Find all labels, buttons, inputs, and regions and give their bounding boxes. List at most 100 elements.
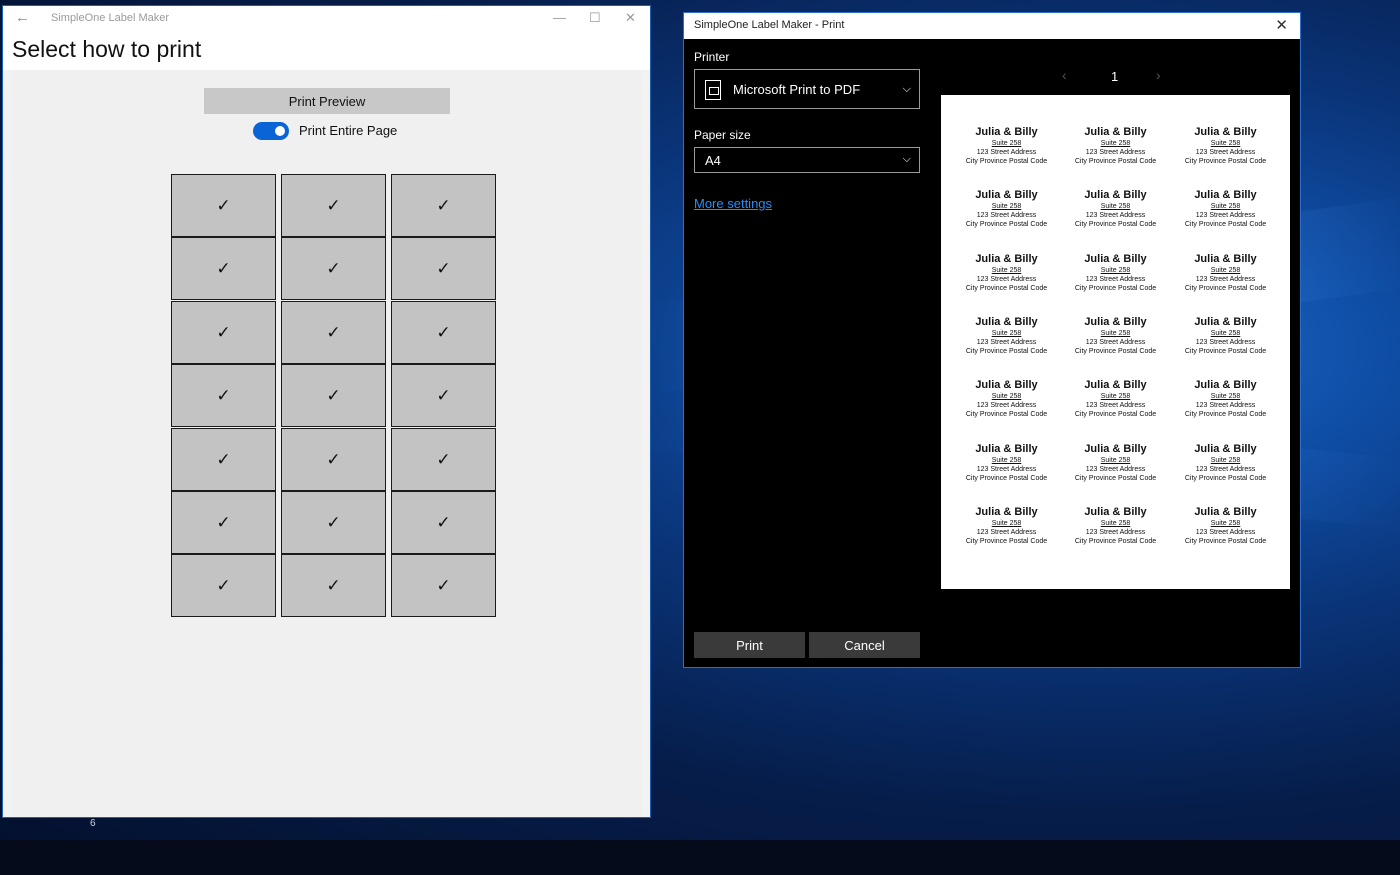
label-street: 123 Street Address [1195, 466, 1256, 473]
close-icon[interactable]: ✕ [1275, 16, 1288, 34]
print-entire-page-label: Print Entire Page [299, 123, 398, 138]
checkmark-icon: ✓ [436, 195, 451, 216]
label-name: Julia & Billy [1194, 316, 1257, 328]
print-button[interactable]: Print [694, 632, 805, 658]
label-city: City Province Postal Code [1074, 158, 1157, 165]
label-suite: Suite 258 [991, 330, 1022, 337]
label-name: Julia & Billy [1084, 506, 1147, 518]
label-cell[interactable]: ✓ [281, 237, 386, 300]
label-suite: Suite 258 [991, 457, 1022, 464]
label-name: Julia & Billy [975, 443, 1038, 455]
checkmark-icon: ✓ [326, 512, 341, 533]
label-cell[interactable]: ✓ [281, 364, 386, 427]
checkmark-icon: ✓ [216, 512, 231, 533]
label-suite: Suite 258 [991, 520, 1022, 527]
label-city: City Province Postal Code [1074, 411, 1157, 418]
printer-value: Microsoft Print to PDF [733, 82, 861, 97]
label-cell[interactable]: ✓ [171, 301, 276, 364]
print-preview-page: Julia & Billy Suite 258 123 Street Address… [941, 95, 1290, 589]
label-cell[interactable]: ✓ [281, 554, 386, 617]
label-street: 123 Street Address [1195, 402, 1256, 409]
print-preview-button[interactable]: Print Preview [204, 88, 450, 114]
label-cell[interactable]: ✓ [171, 554, 276, 617]
label-cell[interactable]: ✓ [171, 237, 276, 300]
label-name: Julia & Billy [975, 189, 1038, 201]
label-cell[interactable]: ✓ [171, 364, 276, 427]
maximize-icon[interactable]: ☐ [589, 10, 601, 26]
label-city: City Province Postal Code [965, 221, 1048, 228]
label-city: City Province Postal Code [965, 285, 1048, 292]
label-name: Julia & Billy [975, 126, 1038, 138]
checkmark-icon: ✓ [216, 385, 231, 406]
label-cell[interactable]: ✓ [171, 174, 276, 237]
printer-icon [705, 80, 721, 100]
label-cell[interactable]: ✓ [391, 554, 496, 617]
toggle-knob [275, 126, 285, 136]
label-suite: Suite 258 [991, 140, 1022, 147]
label-street: 123 Street Address [1085, 149, 1146, 156]
cancel-button[interactable]: Cancel [809, 632, 920, 658]
label-suite: Suite 258 [1210, 457, 1241, 464]
label-street: 123 Street Address [1195, 529, 1256, 536]
close-icon[interactable]: ✕ [625, 10, 636, 26]
checkmark-icon: ✓ [216, 258, 231, 279]
print-entire-page-toggle[interactable] [253, 122, 289, 140]
label-cell[interactable]: ✓ [391, 237, 496, 300]
label-city: City Province Postal Code [1184, 475, 1267, 482]
label-maker-window: ← SimpleOne Label Maker — ☐ ✕ Select how… [2, 5, 651, 818]
label-name: Julia & Billy [1084, 316, 1147, 328]
paper-size-select[interactable]: A4 ⌵ [694, 147, 920, 173]
checkmark-icon: ✓ [436, 258, 451, 279]
paper-size-value: A4 [705, 153, 721, 168]
label-cell[interactable]: ✓ [171, 428, 276, 491]
label-street: 123 Street Address [1195, 339, 1256, 346]
checkmark-icon: ✓ [436, 385, 451, 406]
label-street: 123 Street Address [976, 149, 1037, 156]
preview-label: Julia & Billy Suite 258 123 Street Address… [1061, 253, 1170, 293]
back-arrow-icon[interactable]: ← [15, 9, 30, 26]
page-title: Select how to print [12, 36, 202, 62]
label-cell[interactable]: ✓ [281, 428, 386, 491]
preview-label: Julia & Billy Suite 258 123 Street Address… [952, 379, 1061, 419]
label-street: 123 Street Address [1195, 212, 1256, 219]
preview-label: Julia & Billy Suite 258 123 Street Address… [1171, 506, 1280, 546]
label-name: Julia & Billy [1194, 253, 1257, 265]
preview-label: Julia & Billy Suite 258 123 Street Address… [1061, 443, 1170, 483]
checkmark-icon: ✓ [326, 449, 341, 470]
label-cell[interactable]: ✓ [281, 301, 386, 364]
window-titlebar: ← SimpleOne Label Maker — ☐ ✕ [3, 6, 650, 32]
label-city: City Province Postal Code [1184, 538, 1267, 545]
printer-select[interactable]: Microsoft Print to PDF ⌵ [694, 69, 920, 109]
label-cell[interactable]: ✓ [391, 491, 496, 554]
label-cell[interactable]: ✓ [391, 174, 496, 237]
label-cell[interactable]: ✓ [391, 301, 496, 364]
label-suite: Suite 258 [1100, 393, 1131, 400]
label-name: Julia & Billy [975, 316, 1038, 328]
label-name: Julia & Billy [1194, 506, 1257, 518]
taskbar [0, 840, 1400, 875]
printer-label: Printer [694, 50, 730, 64]
preview-label: Julia & Billy Suite 258 123 Street Address… [1171, 126, 1280, 166]
preview-label: Julia & Billy Suite 258 123 Street Address… [952, 443, 1061, 483]
checkmark-icon: ✓ [436, 322, 451, 343]
label-cell[interactable]: ✓ [391, 428, 496, 491]
label-name: Julia & Billy [1194, 379, 1257, 391]
label-cell[interactable]: ✓ [391, 364, 496, 427]
checkmark-icon: ✓ [326, 195, 341, 216]
label-city: City Province Postal Code [1184, 411, 1267, 418]
next-page-icon[interactable]: › [1156, 67, 1161, 83]
checkmark-icon: ✓ [326, 322, 341, 343]
label-cell[interactable]: ✓ [281, 174, 386, 237]
preview-label: Julia & Billy Suite 258 123 Street Address… [1061, 316, 1170, 356]
previous-page-icon[interactable]: ‹ [1062, 67, 1067, 83]
dialog-title: SimpleOne Label Maker - Print [694, 19, 845, 31]
label-suite: Suite 258 [1100, 203, 1131, 210]
label-name: Julia & Billy [1194, 126, 1257, 138]
paper-size-label: Paper size [694, 128, 751, 142]
label-cell[interactable]: ✓ [171, 491, 276, 554]
more-settings-link[interactable]: More settings [694, 196, 772, 211]
label-city: City Province Postal Code [1074, 221, 1157, 228]
preview-label: Julia & Billy Suite 258 123 Street Address… [952, 506, 1061, 546]
minimize-icon[interactable]: — [553, 10, 566, 25]
label-cell[interactable]: ✓ [281, 491, 386, 554]
